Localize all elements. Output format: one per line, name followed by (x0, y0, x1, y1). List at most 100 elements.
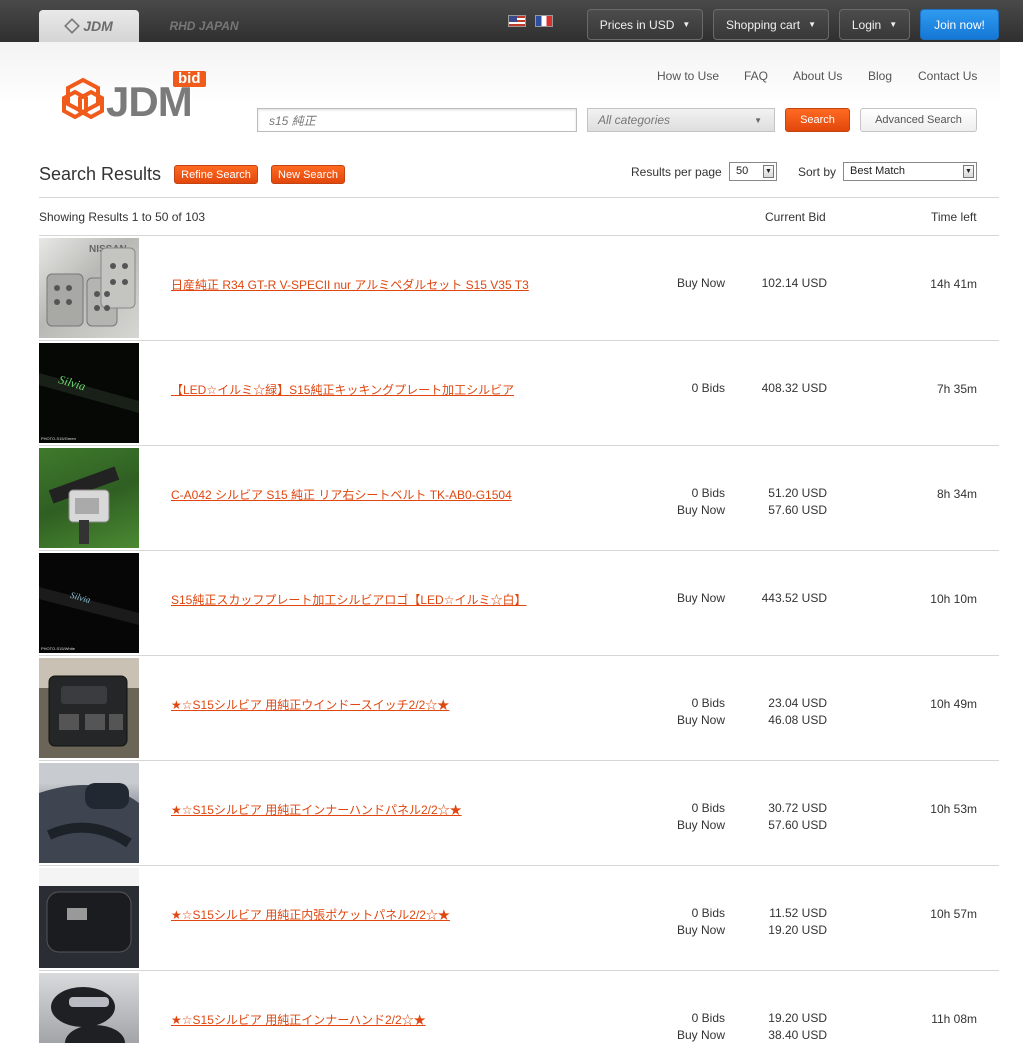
pocket-panel-photo-icon (46, 891, 132, 953)
thumbnail-caption: PHOTO-S15/White (41, 646, 75, 651)
currency-label: Prices in USD (599, 17, 675, 32)
currency-dropdown[interactable]: Prices in USD ▼ (587, 9, 703, 40)
item-thumbnail[interactable]: Silvia PHOTO-S15/White (39, 553, 139, 653)
login-label: Login (851, 17, 882, 32)
buy-now-price: 443.52 USD (761, 591, 827, 605)
item-title-link[interactable]: S15純正スカッフプレート加工シルビアロゴ【LED☆イルミ☆白】 (171, 591, 526, 608)
result-row: NISSAN 日産純正 R34 GT-R V-SPECII nur アルミペダル… (39, 236, 999, 341)
item-time-left: 8h 34m (936, 487, 977, 501)
item-prices: 19.20 USD 38.40 USD (768, 1010, 827, 1043)
buy-now-label: Buy Now (676, 1028, 725, 1042)
item-status-labels: 0 Bids Buy Now (677, 1010, 725, 1043)
top-bar: JDM RHD JAPAN Prices in USD ▼ Shopping c… (0, 0, 1023, 42)
item-thumbnail[interactable] (39, 448, 139, 548)
item-title-link[interactable]: ★☆S15シルビア 用純正内張ポケットパネル2/2☆★ (171, 906, 450, 923)
login-dropdown[interactable]: Login ▼ (839, 9, 910, 40)
item-prices: 102.14 USD (762, 275, 827, 292)
column-header-current-bid: Current Bid (765, 210, 826, 224)
buy-now-price: 57.60 USD (768, 503, 827, 517)
current-bid-price: 19.20 USD (768, 1011, 827, 1025)
cart-label: Shopping cart (726, 17, 801, 32)
buy-now-label: Buy Now (676, 591, 725, 605)
category-value: All categories (598, 113, 671, 127)
item-prices: 408.32 USD (762, 380, 827, 397)
item-title-link[interactable]: ★☆S15シルビア 用純正インナーハンドパネル2/2☆★ (171, 801, 462, 818)
item-thumbnail[interactable] (39, 658, 139, 758)
buy-now-label: Buy Now (676, 276, 725, 290)
sort-by-label: Sort by (798, 165, 837, 179)
result-row: ★☆S15シルビア 用純正内張ポケットパネル2/2☆★ 0 Bids Buy N… (39, 866, 999, 971)
item-thumbnail[interactable] (39, 973, 139, 1043)
result-row: ★☆S15シルビア 用純正インナーハンド2/2☆★ 0 Bids Buy Now… (39, 971, 999, 1043)
result-row: ★☆S15シルビア 用純正インナーハンドパネル2/2☆★ 0 Bids Buy … (39, 761, 999, 866)
site-tab-label: JDM (83, 18, 113, 34)
item-title-link[interactable]: 日産純正 R34 GT-R V-SPECII nur アルミペダルセット S15… (171, 276, 529, 293)
showing-results-text: Showing Results 1 to 50 of 103 (39, 210, 206, 224)
caret-down-icon: ▼ (754, 116, 762, 125)
seat-belt-photo-icon (48, 466, 120, 544)
site-tab-label: RHD JAPAN (169, 19, 239, 33)
site-tab-rhdjapan[interactable]: RHD JAPAN (162, 10, 246, 42)
nav-blog[interactable]: Blog (868, 69, 892, 83)
thumbnail-caption: PHOTO-S15/Green (41, 436, 76, 441)
nav-about-us[interactable]: About Us (793, 69, 842, 83)
divider (39, 197, 999, 198)
caret-down-icon: ▼ (682, 20, 691, 29)
current-bid-price: 30.72 USD (768, 801, 827, 815)
item-title-link[interactable]: C-A042 シルビア S15 純正 リア右シートベルト TK-AB0-G150… (171, 486, 512, 503)
item-thumbnail[interactable] (39, 763, 139, 863)
search-button[interactable]: Search (785, 108, 850, 132)
current-bid-price: 408.32 USD (761, 381, 827, 395)
buy-now-price: 102.14 USD (761, 276, 827, 290)
category-select[interactable]: All categories ▼ (587, 108, 775, 132)
refine-search-button[interactable]: Refine Search (174, 165, 258, 184)
item-thumbnail[interactable] (39, 868, 139, 968)
item-time-left: 10h 57m (930, 907, 977, 921)
item-title-link[interactable]: ★☆S15シルビア 用純正ウインドースイッチ2/2☆★ (171, 696, 449, 713)
item-time-left: 10h 53m (930, 802, 977, 816)
buy-now-price: 19.20 USD (768, 923, 827, 937)
results-per-page-value: 50 (736, 165, 749, 177)
bids-label: 0 Bids (691, 381, 725, 395)
nav-faq[interactable]: FAQ (744, 69, 768, 83)
new-search-button[interactable]: New Search (271, 165, 345, 184)
results-per-page-label: Results per page (631, 165, 722, 179)
nav-contact-us[interactable]: Contact Us (918, 69, 977, 83)
item-status-labels: 0 Bids Buy Now (677, 905, 725, 939)
scuff-plate-green-photo-icon: Silvia (39, 372, 139, 413)
item-prices: 11.52 USD 19.20 USD (768, 905, 827, 939)
item-status-labels: 0 Bids Buy Now (677, 695, 725, 729)
nav-how-to-use[interactable]: How to Use (657, 69, 719, 83)
item-thumbnail[interactable]: NISSAN (39, 238, 139, 338)
column-header-time-left: Time left (931, 210, 977, 224)
current-bid-price: 11.52 USD (769, 906, 827, 920)
item-prices: 30.72 USD 57.60 USD (768, 800, 827, 834)
bids-label: 0 Bids (691, 696, 725, 710)
item-title-link[interactable]: ★☆S15シルビア 用純正インナーハンド2/2☆★ (171, 1011, 426, 1028)
search-input[interactable] (257, 108, 577, 132)
results-per-page-select[interactable]: 50 ▼ (729, 162, 777, 181)
item-status-labels: 0 Bids Buy Now (677, 800, 725, 834)
item-time-left: 10h 10m (930, 592, 977, 606)
caret-down-icon: ▼ (889, 20, 898, 29)
item-status-labels: Buy Now (677, 590, 725, 607)
item-title-link[interactable]: 【LED☆イルミ☆緑】S15純正キッキングプレート加工シルビア (171, 381, 514, 398)
site-tab-jdm[interactable]: JDM (39, 10, 139, 42)
sort-by-select[interactable]: Best Match ▼ (843, 162, 977, 181)
buy-now-price: 46.08 USD (768, 713, 827, 727)
shopping-cart-dropdown[interactable]: Shopping cart ▼ (713, 9, 829, 40)
item-time-left: 10h 49m (930, 697, 977, 711)
advanced-search-button[interactable]: Advanced Search (860, 108, 977, 132)
bids-label: 0 Bids (691, 906, 725, 920)
france-flag-icon[interactable] (535, 15, 553, 27)
logo[interactable]: bid JDM (60, 71, 210, 129)
item-thumbnail[interactable]: Silvia PHOTO-S15/Green (39, 343, 139, 443)
result-row: Silvia PHOTO-S15/White S15純正スカッフプレート加工シル… (39, 551, 999, 656)
item-prices: 23.04 USD 46.08 USD (768, 695, 827, 729)
sort-by-value: Best Match (850, 165, 906, 177)
logo-text: JDM (106, 78, 193, 125)
item-time-left: 14h 41m (930, 277, 977, 291)
item-status-labels: Buy Now (677, 275, 725, 292)
join-now-button[interactable]: Join now! (920, 9, 999, 40)
us-flag-icon[interactable] (508, 15, 526, 27)
